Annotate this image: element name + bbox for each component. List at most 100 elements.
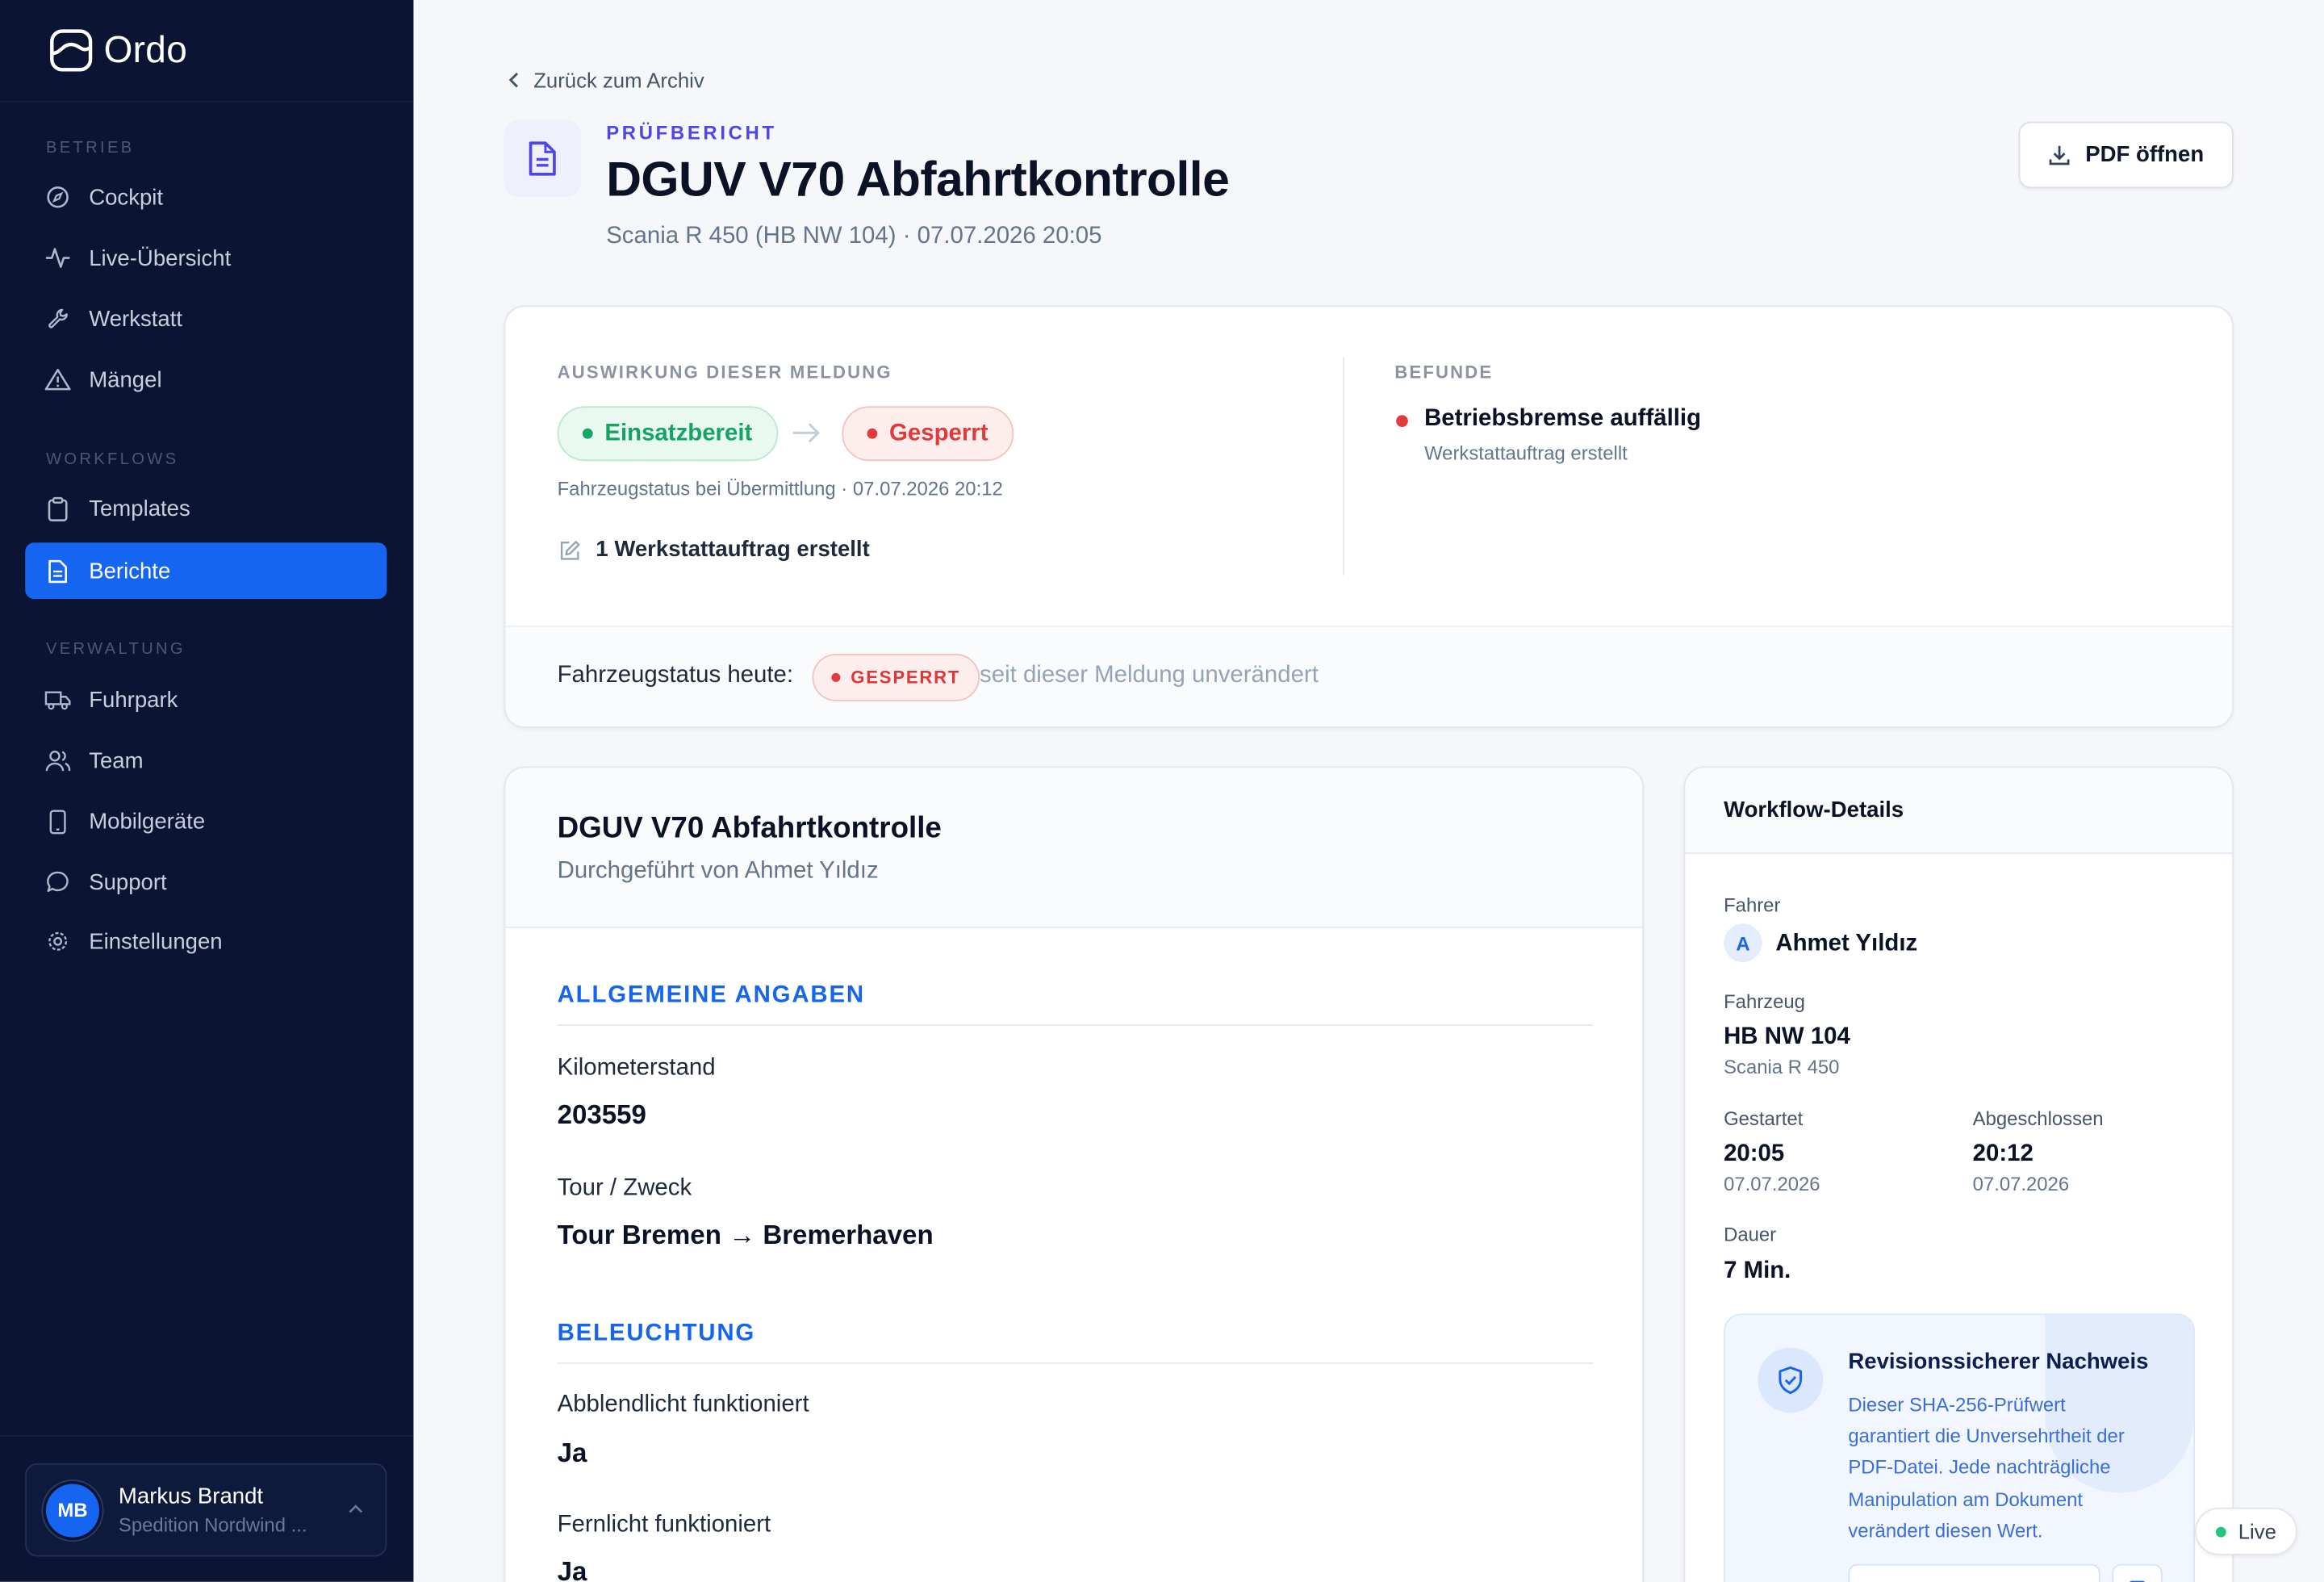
proof-line: Manipulation am Dokument: [1848, 1488, 2084, 1510]
sidebar-item-fuhrpark[interactable]: Fuhrpark: [25, 672, 387, 728]
field-label-odometer: Kilometerstand: [557, 1055, 716, 1081]
sidebar-item-maengel[interactable]: Mängel: [25, 351, 387, 408]
driver-avatar: A: [1724, 923, 1762, 963]
open-pdf-label: PDF öffnen: [2085, 142, 2205, 168]
report-performed-by: Durchgeführt von Ahmet Yıldız: [557, 858, 879, 884]
status-from-label: Einsatzbereit: [604, 420, 753, 446]
current-status-value: GESPERRT: [851, 667, 961, 688]
brand[interactable]: Ordo: [0, 0, 414, 103]
finding-title: Betriebsbremse auffällig: [1424, 406, 1702, 432]
arrow-right-icon: [792, 423, 820, 443]
page-title: DGUV V70 Abfahrtkontrolle: [606, 151, 1230, 207]
field-value-odometer: 203559: [557, 1099, 646, 1130]
status-from-badge: Einsatzbereit: [557, 406, 778, 462]
field-value-low-beam: Ja: [557, 1438, 587, 1468]
report-card-header: DGUV V70 Abfahrtkontrolle Durchgeführt v…: [505, 768, 1643, 928]
field-label-tour: Tour / Zweck: [557, 1175, 692, 1201]
current-status-note: seit dieser Meldung unverändert: [980, 663, 1319, 688]
brand-name: Ordo: [103, 28, 188, 71]
sidebar-item-einstellungen[interactable]: Einstellungen: [25, 913, 387, 969]
status-dot: [582, 428, 593, 439]
chevron-left-icon: [508, 72, 519, 88]
finished-time: 20:12: [1972, 1141, 2034, 1167]
user-name: Markus Brandt: [118, 1484, 264, 1509]
field-value-tour: Tour Bremen → Bremerhaven: [557, 1220, 934, 1250]
sidebar-item-werkstatt[interactable]: Werkstatt: [25, 291, 387, 347]
driver-name: Ahmet Yıldız: [1775, 931, 1918, 956]
back-label: Zurück zum Archiv: [533, 68, 704, 92]
status-dot: [831, 672, 841, 682]
back-to-archive-link[interactable]: Zurück zum Archiv: [507, 68, 704, 92]
duration-label: Dauer: [1724, 1223, 1777, 1245]
sidebar-item-label: Werkstatt: [89, 306, 183, 332]
sidebar-item-label: Berichte: [89, 558, 171, 584]
clipboard-icon: [44, 495, 71, 521]
copy-icon: [2130, 1580, 2145, 1582]
download-icon: [2049, 145, 2070, 165]
status-dot: [867, 428, 878, 439]
sidebar-item-label: Support: [89, 869, 167, 895]
finding-subtitle: Werkstattauftrag erstellt: [1424, 442, 1628, 464]
started-time: 20:05: [1724, 1141, 1785, 1167]
gear-icon: [44, 928, 71, 955]
document-icon: [529, 141, 556, 176]
avatar: MB: [45, 1483, 100, 1537]
truck-icon: [44, 686, 71, 713]
user-organization: Spedition Nordwind ...: [118, 1513, 307, 1536]
nav-section-workflows: WORKFLOWS: [45, 450, 179, 469]
sidebar-footer: MB Markus Brandt Spedition Nordwind ...: [0, 1434, 414, 1582]
started-date: 07.07.2026: [1724, 1172, 1820, 1195]
impact-heading: AUSWIRKUNG DIESER MELDUNG: [557, 362, 892, 383]
sidebar-item-label: Einstellungen: [89, 928, 223, 954]
sidebar-item-live-uebersicht[interactable]: Live-Übersicht: [25, 230, 387, 287]
current-status-label: Fahrzeugstatus heute:: [557, 663, 794, 688]
copy-hash-button[interactable]: [2112, 1563, 2163, 1582]
finding-dot: [1396, 415, 1408, 427]
workflow-details-card: Workflow-Details Fahrer A Ahmet Yıldız F…: [1683, 766, 2234, 1582]
open-pdf-button[interactable]: PDF öffnen: [2018, 121, 2234, 189]
vehicle-plate: HB NW 104: [1724, 1024, 1850, 1050]
section-heading-lighting: BELEUCHTUNG: [557, 1320, 756, 1346]
sidebar-item-support[interactable]: Support: [25, 854, 387, 910]
sidebar-item-label: Mobilgeräte: [89, 808, 206, 835]
report-document-tile: [504, 119, 581, 198]
nav-section-verwaltung: VERWALTUNG: [45, 640, 186, 659]
vehicle-model: Scania R 450: [1724, 1055, 1840, 1078]
sidebar-item-cockpit[interactable]: Cockpit: [25, 169, 387, 225]
ordo-logo-icon: [50, 29, 93, 72]
vehicle-label: Fahrzeug: [1724, 990, 1805, 1013]
divider: [1343, 357, 1344, 575]
hash-field[interactable]: [1848, 1563, 2100, 1582]
live-dot: [2216, 1526, 2227, 1537]
shield-check-icon: [1758, 1347, 1824, 1413]
sidebar-item-templates[interactable]: Templates: [25, 480, 387, 537]
sidebar-item-label: Live-Übersicht: [89, 245, 232, 271]
status-to-label: Gesperrt: [889, 420, 989, 446]
activity-icon: [44, 245, 71, 271]
proof-line: verändert diesen Wert.: [1848, 1519, 2043, 1542]
sidebar-item-mobilgeraete[interactable]: Mobilgeräte: [25, 793, 387, 850]
field-label-high-beam: Fernlicht funktioniert: [557, 1512, 771, 1538]
driver-label: Fahrer: [1724, 894, 1781, 917]
proof-description: Dieser SHA-256-Prüfwert garantiert die U…: [1848, 1389, 2124, 1546]
user-menu[interactable]: MB Markus Brandt Spedition Nordwind ...: [25, 1463, 387, 1557]
status-note: Fahrzeugstatus bei Übermittlung · 07.07.…: [557, 477, 1003, 500]
section-heading-general: ALLGEMEINE ANGABEN: [557, 982, 865, 1008]
workshop-orders-summary: 1 Werkstattauftrag erstellt: [596, 536, 870, 563]
sidebar: Ordo BETRIEB Cockpit Live-Übersicht Werk…: [0, 0, 414, 1582]
proof-line: garantiert die Unversehrtheit der: [1848, 1425, 2125, 1447]
duration-value: 7 Min.: [1724, 1258, 1791, 1284]
field-label-low-beam: Abblendlicht funktioniert: [557, 1392, 809, 1417]
sidebar-item-berichte[interactable]: Berichte: [25, 542, 387, 600]
proof-title: Revisionssicherer Nachweis: [1848, 1349, 2149, 1375]
current-status-bar: Fahrzeugstatus heute: GESPERRT seit dies…: [505, 626, 2233, 726]
users-icon: [44, 747, 71, 774]
integrity-proof-box: Revisionssicherer Nachweis Dieser SHA-25…: [1724, 1313, 2196, 1582]
sidebar-item-label: Templates: [89, 496, 190, 521]
sidebar-item-team[interactable]: Team: [25, 732, 387, 789]
proof-line: PDF-Datei. Jede nachträgliche: [1848, 1456, 2111, 1479]
sidebar-item-label: Team: [89, 747, 144, 773]
report-card: DGUV V70 Abfahrtkontrolle Durchgeführt v…: [504, 766, 1644, 1582]
chat-icon: [44, 868, 71, 895]
live-indicator[interactable]: Live: [2195, 1507, 2297, 1555]
